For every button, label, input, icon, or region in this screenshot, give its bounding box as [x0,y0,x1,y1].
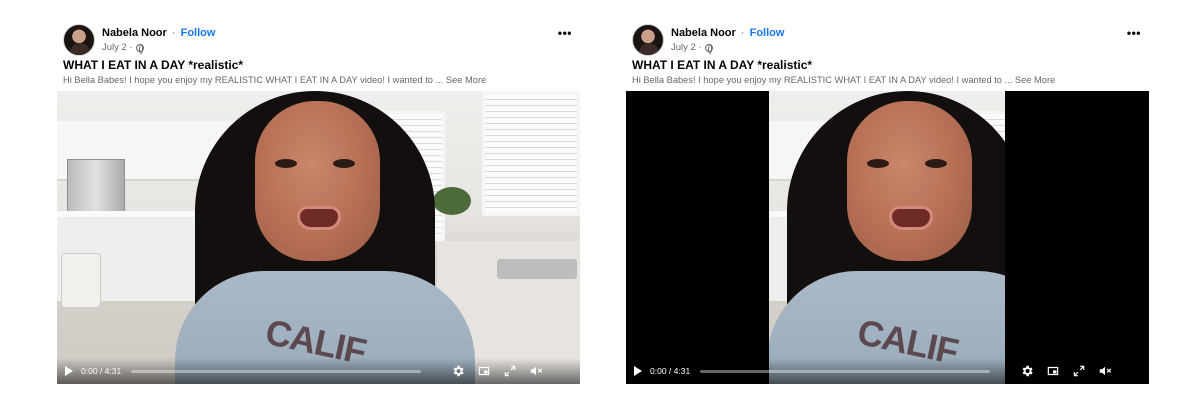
separator-dot: · [171,27,176,39]
pip-icon[interactable] [1046,364,1060,378]
post-meta: July 2 · [671,42,713,54]
post-title: WHAT I EAT IN A DAY *realistic* [632,58,813,72]
volume-muted-icon[interactable] [529,364,543,378]
fullscreen-icon[interactable] [503,364,517,378]
post-date[interactable]: July 2 · [671,42,702,53]
video-player[interactable]: CALIF 0:00 / 4:31 [57,91,580,384]
globe-icon [135,43,144,54]
video-time: 0:00 / 4:31 [650,366,691,376]
play-icon[interactable] [634,366,642,376]
author-name[interactable]: Nabela Noor [102,27,167,39]
post-meta: July 2 · [102,42,144,54]
progress-bar[interactable] [131,369,422,373]
more-icon[interactable]: ••• [1127,27,1141,39]
post-description: Hi Bella Babes! I hope you enjoy my REAL… [63,75,486,85]
gear-icon[interactable] [451,364,465,378]
video-time: 0:00 / 4:31 [81,366,122,376]
separator-dot: · [740,27,745,39]
more-icon[interactable]: ••• [558,27,572,39]
description-text: Hi Bella Babes! I hope you enjoy my REAL… [63,75,444,85]
follow-button[interactable]: Follow [181,27,216,39]
author-line: Nabela Noor · Follow [102,27,215,39]
follow-button[interactable]: Follow [750,27,785,39]
volume-muted-icon[interactable] [1098,364,1112,378]
author-line: Nabela Noor · Follow [671,27,784,39]
video-subject: CALIF [769,91,1005,384]
video-controls: 0:00 / 4:31 [626,358,1149,384]
video-post-left: Nabela Noor · Follow July 2 · ••• WHAT I… [57,22,580,384]
post-header: Nabela Noor · Follow July 2 · ••• [57,22,580,56]
description-text: Hi Bella Babes! I hope you enjoy my REAL… [632,75,1013,85]
see-more-link[interactable]: See More [1015,75,1055,85]
post-description: Hi Bella Babes! I hope you enjoy my REAL… [632,75,1055,85]
video-player[interactable]: CALIF 0:00 / 4:31 [626,91,1149,384]
globe-icon [704,43,713,54]
pip-icon[interactable] [477,364,491,378]
progress-bar[interactable] [700,369,991,373]
post-header: Nabela Noor · Follow July 2 · ••• [626,22,1149,56]
play-icon[interactable] [65,366,73,376]
post-title: WHAT I EAT IN A DAY *realistic* [63,58,244,72]
avatar[interactable] [632,24,664,56]
post-date[interactable]: July 2 · [102,42,133,53]
video-controls: 0:00 / 4:31 [57,358,580,384]
fullscreen-icon[interactable] [1072,364,1086,378]
see-more-link[interactable]: See More [446,75,486,85]
video-frame: CALIF [769,91,1005,384]
video-post-right: Nabela Noor · Follow July 2 · ••• WHAT I… [626,22,1149,384]
avatar[interactable] [63,24,95,56]
author-name[interactable]: Nabela Noor [671,27,736,39]
gear-icon[interactable] [1020,364,1034,378]
video-subject: CALIF [135,91,505,384]
